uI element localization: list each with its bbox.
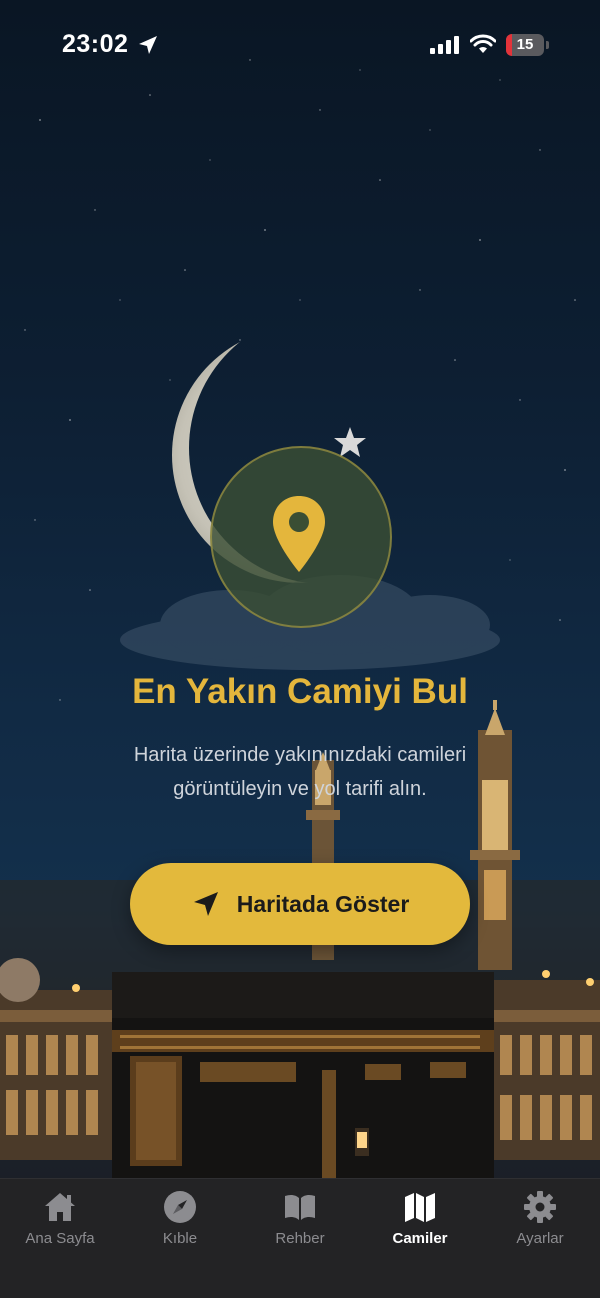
show-on-map-button[interactable]: Haritada Göster bbox=[130, 863, 470, 945]
mosques-screen: 23:02 15 En Yakın Camiyi Bul Harita üzer… bbox=[0, 0, 600, 1298]
location-arrow-icon bbox=[139, 36, 157, 54]
location-pin-icon bbox=[273, 496, 325, 572]
tab-mosques[interactable]: Camiler bbox=[360, 1189, 480, 1259]
tab-bar: Ana Sayfa Kıble Rehber Camiler Ayarlar bbox=[0, 1178, 600, 1298]
tab-qibla[interactable]: Kıble bbox=[120, 1189, 240, 1259]
battery-level: 15 bbox=[516, 36, 534, 53]
subtitle-line-2: görüntüleyin ve yol tarifi alın. bbox=[173, 778, 427, 800]
battery-icon: 15 bbox=[506, 34, 544, 56]
status-time: 23:02 bbox=[62, 30, 129, 58]
show-on-map-label: Haritada Göster bbox=[236, 890, 410, 917]
tab-home[interactable]: Ana Sayfa bbox=[0, 1189, 120, 1259]
battery-tip bbox=[546, 41, 549, 49]
compass-icon bbox=[164, 1191, 196, 1223]
tab-guide-label: Rehber bbox=[275, 1230, 325, 1247]
navigation-arrow-icon bbox=[193, 892, 218, 916]
status-bar: 23:02 15 bbox=[0, 0, 600, 90]
wifi-icon bbox=[470, 34, 496, 53]
map-icon bbox=[405, 1193, 435, 1222]
tab-guide[interactable]: Rehber bbox=[240, 1189, 360, 1259]
gear-icon bbox=[524, 1191, 556, 1223]
signal-icon bbox=[430, 36, 459, 54]
tab-settings[interactable]: Ayarlar bbox=[480, 1189, 600, 1259]
tab-settings-label: Ayarlar bbox=[516, 1230, 564, 1247]
page-title: En Yakın Camiyi Bul bbox=[132, 672, 468, 711]
tab-qibla-label: Kıble bbox=[162, 1230, 198, 1247]
tab-home-label: Ana Sayfa bbox=[25, 1230, 95, 1247]
home-icon bbox=[45, 1193, 75, 1221]
book-icon bbox=[285, 1194, 315, 1220]
tab-mosques-label: Camiler bbox=[392, 1230, 448, 1247]
page-subtitle: Harita üzerinde yakınınızdaki camileri g… bbox=[90, 738, 510, 806]
subtitle-line-1: Harita üzerinde yakınınızdaki camileri bbox=[133, 744, 467, 766]
